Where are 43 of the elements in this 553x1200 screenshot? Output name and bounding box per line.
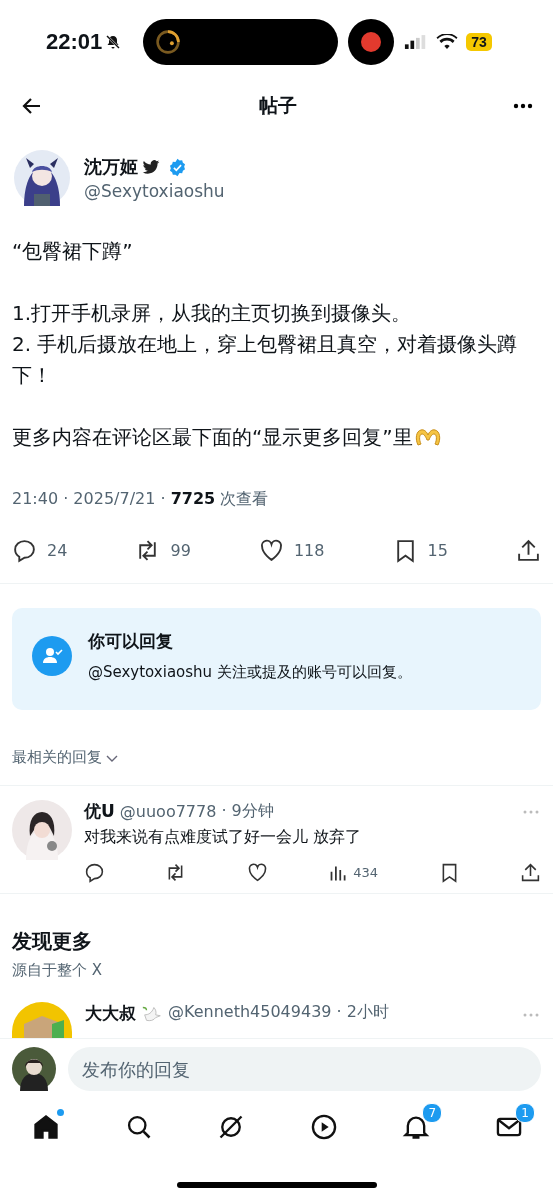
- notice-text: @Sexytoxiaoshu 关注或提及的账号可以回复。: [88, 663, 412, 682]
- section-subtitle: 源自于整个 X: [12, 961, 104, 980]
- notification-count: 7: [422, 1103, 443, 1123]
- post-paragraph: “包臀裙下蹲”: [12, 238, 134, 265]
- action-count: 24: [47, 541, 68, 560]
- action-count: 118: [293, 541, 325, 560]
- reply-author-handle[interactable]: @uuoo7778: [119, 802, 217, 821]
- share-icon[interactable]: [519, 862, 541, 883]
- person-check-icon: [32, 636, 72, 676]
- play-icon[interactable]: [309, 1113, 338, 1141]
- reply-time: · 9分钟: [221, 801, 274, 822]
- suggested-author-name[interactable]: 大大叔: [85, 1002, 136, 1025]
- recording-indicator: [348, 19, 395, 65]
- reply-text: 对我来说有点难度试了好一会儿 放弃了: [84, 827, 363, 848]
- action-count: 99: [170, 541, 191, 560]
- reply-input-field[interactable]: 发布你的回复: [68, 1047, 541, 1091]
- sort-dropdown[interactable]: 最相关的回复: [12, 748, 119, 767]
- suggested-author-handle[interactable]: @Kenneth45049439: [168, 1002, 332, 1021]
- heart-icon[interactable]: [246, 862, 268, 883]
- author-handle[interactable]: @Sexytoxiaoshu: [84, 181, 225, 201]
- status-time: 22:01: [46, 29, 103, 55]
- home-icon[interactable]: [32, 1113, 60, 1141]
- bird-icon: [142, 159, 160, 175]
- page-title: 帖子: [258, 93, 297, 118]
- battery-level: 73: [466, 33, 492, 51]
- author-name[interactable]: 沈万姬: [84, 155, 138, 179]
- suggested-time: · 2小时: [336, 1002, 389, 1023]
- bell-muted-icon: [105, 34, 122, 50]
- action-count: 15: [427, 541, 448, 560]
- notice-title: 你可以回复: [88, 630, 174, 653]
- action-count: 434: [353, 865, 379, 880]
- reply-author-name[interactable]: 优U: [84, 800, 115, 823]
- reply-icon[interactable]: [12, 538, 37, 563]
- reply-icon[interactable]: [84, 862, 105, 883]
- share-icon[interactable]: [516, 538, 541, 563]
- notification-count: 1: [514, 1103, 535, 1123]
- post-paragraph: 1.打开手机录屏，从我的主页切换到摄像头。 2. 手机后摄放在地上，穿上包臀裙且真空，对着摄像头蹲下！: [12, 300, 519, 389]
- wifi-icon: [436, 34, 459, 50]
- timer-icon: [155, 29, 182, 55]
- heart-icon[interactable]: [258, 538, 284, 563]
- post-paragraph: 更多内容在评论区最下面的“显示更多回复”里: [12, 424, 413, 451]
- section-title: 发现更多: [12, 928, 93, 955]
- post-meta: 21:40 · 2025/7/21 · 7725 次查看: [11, 488, 270, 510]
